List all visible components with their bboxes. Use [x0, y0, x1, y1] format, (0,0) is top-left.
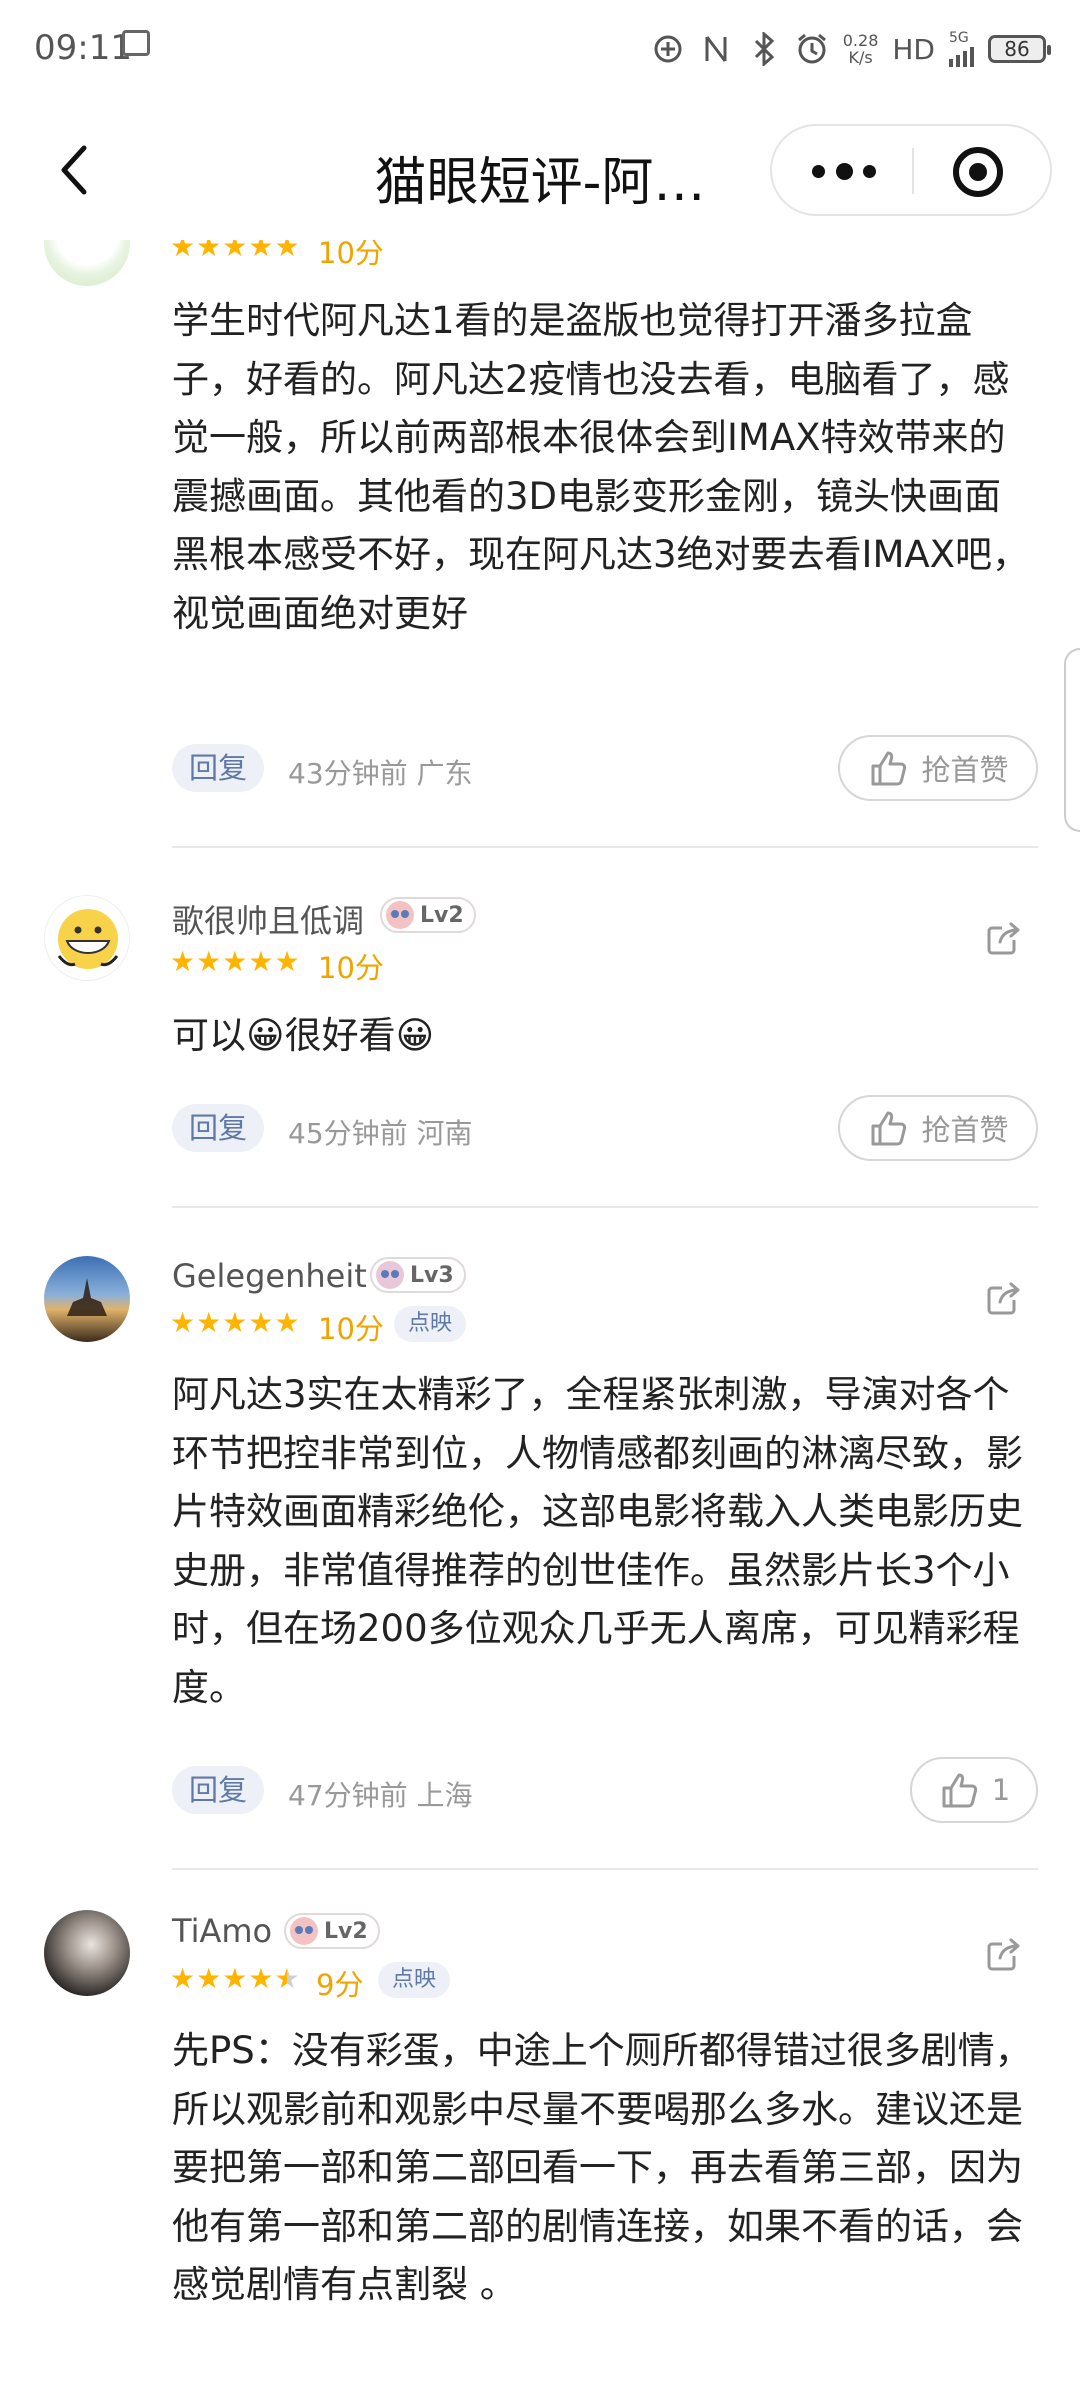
star-icon: ★	[196, 1962, 222, 1995]
star-icon: ★	[248, 1306, 274, 1339]
like-button[interactable]: 1	[910, 1757, 1038, 1823]
star-icon: ★	[196, 240, 222, 263]
network-speed: 0.28 K/s	[842, 31, 879, 67]
star-icon: ★	[248, 1962, 274, 1995]
reply-button[interactable]: 回复	[172, 1766, 264, 1814]
share-icon[interactable]	[984, 1934, 1024, 1974]
star-icon: ★	[274, 1962, 300, 1995]
star-icon: ★	[170, 1962, 196, 1995]
level-badge: Lv2	[380, 897, 476, 933]
battery-icon: 86	[988, 35, 1051, 63]
bluetooth-icon	[747, 32, 781, 66]
signal-icon: 5G	[949, 31, 974, 67]
star-icon: ★	[170, 1306, 196, 1339]
data-saver-icon	[651, 32, 685, 66]
comment-text: 学生时代阿凡达1看的是盗版也觉得打开潘多拉盒子，好看的。阿凡达2疫情也没去看，电…	[172, 299, 1030, 635]
score: 10分	[318, 240, 384, 270]
more-dots-icon[interactable]	[812, 156, 876, 186]
share-icon[interactable]	[984, 918, 1024, 958]
page-title: 猫眼短评-阿…	[374, 153, 706, 213]
star-icon: ★	[274, 945, 300, 978]
like-button[interactable]: 抢首赞	[838, 735, 1038, 801]
divider	[172, 1868, 1038, 1870]
reply-button[interactable]: 回复	[172, 1104, 264, 1152]
score: 10分	[318, 1312, 384, 1346]
comment-text: 可以😀很好看😀	[172, 1014, 435, 1057]
comment-list: ★ ★ ★ ★ ★ 10分 学生时代阿凡达1看的是盗版也觉得打开潘多拉盒子，好看的。阿凡…	[0, 240, 1080, 2400]
score: 10分	[318, 951, 384, 985]
avatar[interactable]	[44, 1256, 130, 1342]
star-rating: ★ ★ ★ ★ ★	[170, 1964, 300, 1994]
star-icon: ★	[196, 945, 222, 978]
divider	[172, 846, 1038, 848]
level-badge: Lv3	[370, 1257, 466, 1293]
comment-text: 先PS：没有彩蛋，中途上个厕所都得错过很多剧情，所以观影前和观影中尽量不要喝那么…	[172, 2029, 1032, 2307]
nav-bar: 猫眼短评-阿…	[0, 100, 1080, 240]
divider	[172, 1206, 1038, 1208]
star-icon: ★	[222, 1962, 248, 1995]
status-icons: 0.28 K/s HD 5G 86	[651, 24, 1051, 74]
alarm-icon	[795, 32, 829, 66]
comment-meta: 47分钟前 上海	[288, 1779, 473, 1812]
status-bar: 09:11 0.28 K/s HD 5G 86	[0, 0, 1080, 100]
score: 9分	[316, 1968, 364, 2002]
level-badge: Lv2	[284, 1913, 380, 1949]
back-button[interactable]	[46, 140, 106, 200]
thumb-up-icon	[871, 1111, 907, 1146]
username[interactable]: TiAmo	[172, 1912, 272, 1950]
star-rating: ★ ★ ★ ★ ★	[170, 1308, 300, 1338]
comment-text: 阿凡达3实在太精彩了，全程紧张刺激，导演对各个环节把控非常到位，人物情感都刻画的…	[172, 1373, 1023, 1709]
thumb-up-icon	[942, 1773, 977, 1808]
capsule-divider	[912, 148, 914, 194]
thumb-up-icon	[871, 751, 907, 786]
star-icon: ★	[222, 1306, 248, 1339]
star-icon: ★	[222, 945, 248, 978]
avatar[interactable]	[44, 240, 130, 286]
star-icon: ★	[248, 945, 274, 978]
star-icon: ★	[274, 1306, 300, 1339]
star-icon: ★	[170, 240, 196, 263]
status-time: 09:11	[34, 28, 132, 68]
chevron-left-icon	[61, 145, 87, 195]
gallery-notification-icon	[122, 30, 150, 56]
username[interactable]: 歌很帅且低调	[172, 896, 364, 942]
reply-button[interactable]: 回复	[172, 744, 264, 792]
star-icon: ★	[170, 945, 196, 978]
preview-tag: 点映	[394, 1306, 467, 1342]
hd-indicator: HD	[892, 32, 935, 66]
preview-tag: 点映	[378, 1962, 451, 1998]
avatar[interactable]	[44, 1910, 130, 1996]
network-type: 5G	[949, 30, 969, 46]
comment-meta: 43分钟前 广东	[288, 757, 473, 790]
avatar[interactable]	[44, 895, 130, 981]
star-icon: ★	[274, 240, 300, 263]
star-icon: ★	[222, 240, 248, 263]
share-icon[interactable]	[984, 1278, 1024, 1318]
level-face-icon	[290, 1917, 318, 1945]
like-button[interactable]: 抢首赞	[838, 1095, 1038, 1161]
miniprogram-capsule	[770, 124, 1052, 216]
username[interactable]: Gelegenheit	[172, 1257, 367, 1295]
level-face-icon	[386, 901, 414, 929]
comment-meta: 45分钟前 河南	[288, 1117, 473, 1150]
star-icon: ★	[248, 240, 274, 263]
target-icon[interactable]	[953, 147, 1003, 197]
nfc-icon	[699, 32, 733, 66]
level-face-icon	[376, 1261, 404, 1289]
star-icon: ★	[196, 1306, 222, 1339]
star-rating: ★ ★ ★ ★ ★	[170, 240, 300, 262]
star-rating: ★ ★ ★ ★ ★	[170, 947, 300, 977]
